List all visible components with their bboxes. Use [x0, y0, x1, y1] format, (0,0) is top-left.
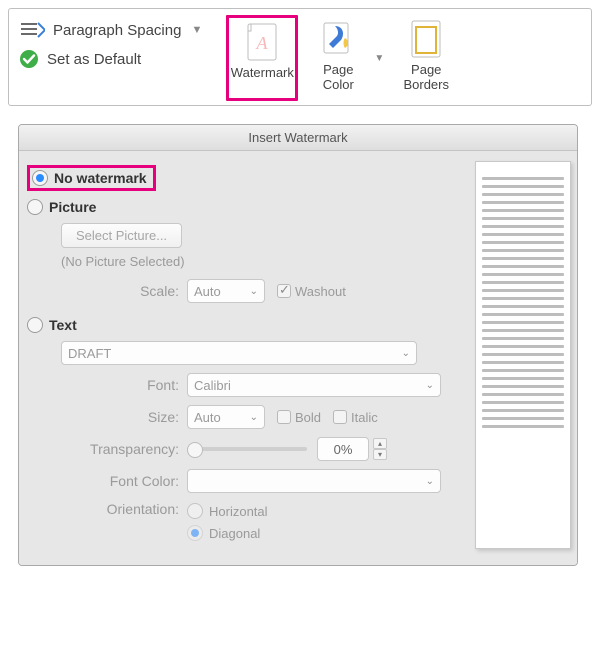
font-combo[interactable]: Calibri ⌄	[187, 373, 441, 397]
no-watermark-label: No watermark	[54, 170, 147, 186]
ribbon-design-section: Paragraph Spacing ▼ Set as Default A	[8, 8, 592, 106]
scale-label: Scale:	[61, 283, 187, 299]
size-label: Size:	[61, 409, 187, 425]
text-radio[interactable]	[27, 317, 43, 333]
watermark-text-combo[interactable]: DRAFT ⌄	[61, 341, 417, 365]
transparency-stepper[interactable]: ▴▾	[373, 438, 387, 460]
page-color-label: Page Color	[308, 63, 368, 93]
page-color-button[interactable]: Page Color	[302, 15, 374, 95]
transparency-value[interactable]: 0%	[317, 437, 369, 461]
chevron-down-icon: ▼	[191, 24, 202, 36]
watermark-button[interactable]: A Watermark	[226, 15, 298, 101]
picture-status-text: (No Picture Selected)	[61, 254, 465, 269]
chevron-down-icon[interactable]: ▼	[374, 53, 384, 64]
scale-value: Auto	[194, 284, 221, 299]
paragraph-spacing-button[interactable]: Paragraph Spacing ▼	[19, 21, 202, 39]
ribbon-right-group: A Watermark Page Color ▼	[226, 15, 462, 101]
transparency-slider[interactable]	[187, 447, 307, 451]
bold-label: Bold	[295, 410, 321, 425]
washout-checkbox[interactable]	[277, 284, 291, 298]
watermark-preview	[475, 161, 571, 549]
paragraph-spacing-label: Paragraph Spacing	[53, 22, 181, 39]
no-watermark-highlight: No watermark	[27, 165, 156, 191]
font-color-combo[interactable]: ⌄	[187, 469, 441, 493]
size-value: Auto	[194, 410, 221, 425]
orientation-horizontal-radio[interactable]	[187, 503, 203, 519]
orientation-label: Orientation:	[61, 501, 187, 517]
watermark-label: Watermark	[231, 66, 294, 96]
check-circle-icon	[19, 49, 39, 69]
bold-checkbox[interactable]	[277, 410, 291, 424]
set-as-default-label: Set as Default	[47, 51, 141, 68]
insert-watermark-dialog: Insert Watermark No watermark Picture Se…	[18, 124, 578, 566]
chevron-down-icon: ⌄	[250, 412, 258, 423]
picture-radio[interactable]	[27, 199, 43, 215]
ribbon-left-group: Paragraph Spacing ▼ Set as Default	[19, 15, 222, 69]
page-borders-icon	[409, 19, 443, 59]
picture-label: Picture	[49, 199, 96, 215]
washout-label: Washout	[295, 284, 346, 299]
watermark-icon: A	[245, 22, 279, 62]
font-label: Font:	[61, 377, 187, 393]
orientation-diagonal-label: Diagonal	[209, 526, 260, 541]
dialog-controls: No watermark Picture Select Picture... (…	[27, 161, 475, 549]
orientation-horizontal-label: Horizontal	[209, 504, 268, 519]
italic-checkbox[interactable]	[333, 410, 347, 424]
page-color-icon	[321, 19, 355, 59]
font-value: Calibri	[194, 378, 231, 393]
font-color-label: Font Color:	[61, 473, 187, 489]
italic-label: Italic	[351, 410, 378, 425]
page-borders-label: Page Borders	[396, 63, 456, 93]
chevron-down-icon: ⌄	[426, 476, 434, 487]
scale-combo[interactable]: Auto ⌄	[187, 279, 265, 303]
page-borders-button[interactable]: Page Borders	[390, 15, 462, 101]
paragraph-spacing-icon	[19, 21, 45, 39]
svg-text:A: A	[256, 33, 269, 53]
size-combo[interactable]: Auto ⌄	[187, 405, 265, 429]
select-picture-button[interactable]: Select Picture...	[61, 223, 182, 248]
chevron-down-icon: ⌄	[402, 348, 410, 359]
chevron-down-icon: ⌄	[250, 286, 258, 297]
set-as-default-button[interactable]: Set as Default	[19, 49, 202, 69]
no-watermark-radio[interactable]	[32, 170, 48, 186]
watermark-text-value: DRAFT	[68, 346, 111, 361]
chevron-down-icon: ⌄	[426, 380, 434, 391]
transparency-label: Transparency:	[61, 441, 187, 457]
text-option-label: Text	[49, 317, 77, 333]
orientation-diagonal-radio[interactable]	[187, 525, 203, 541]
dialog-title: Insert Watermark	[19, 125, 577, 151]
